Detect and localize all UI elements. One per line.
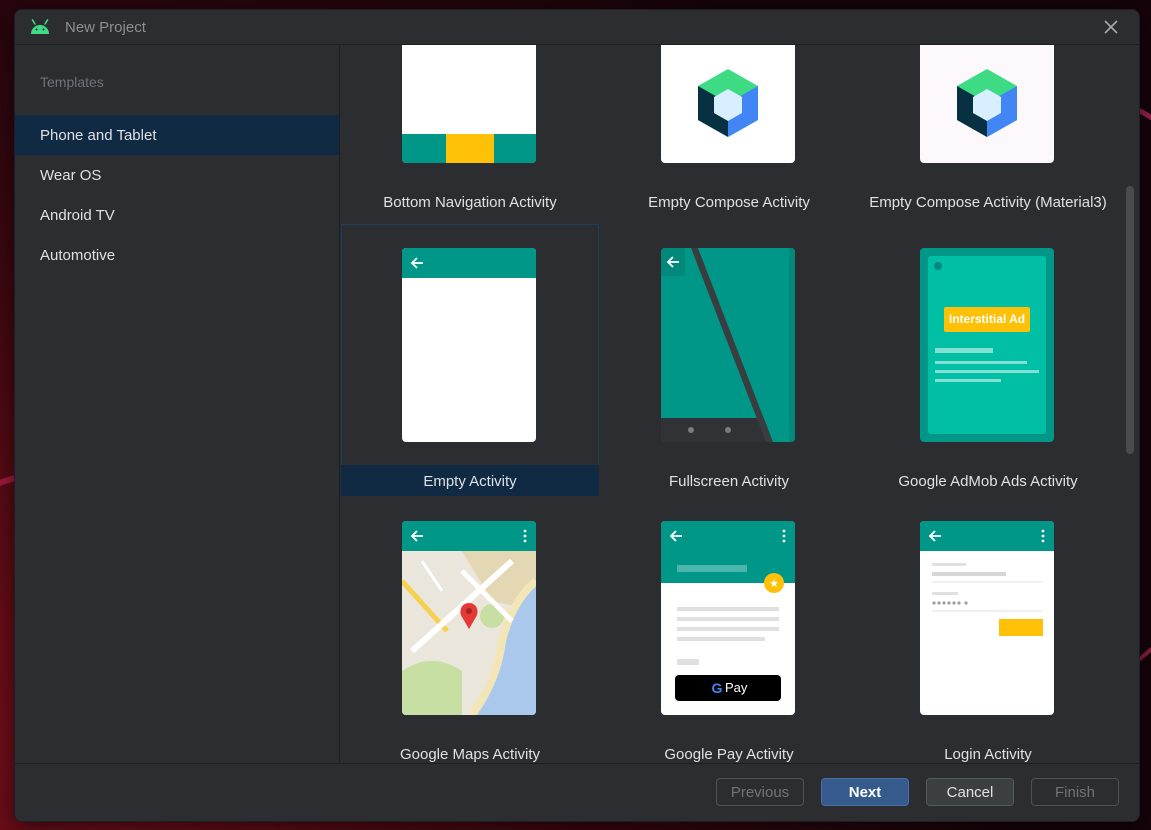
sidebar-item-label: Android TV [40, 207, 115, 224]
window-title: New Project [65, 19, 146, 36]
admob-illustration [928, 256, 1046, 434]
sidebar-item-automotive[interactable]: Automotive [15, 235, 339, 275]
template-label: Empty Compose Activity [648, 194, 810, 211]
empty-activity-illustration [402, 248, 536, 278]
template-label: Google Pay Activity [664, 746, 794, 763]
login-illustration [920, 521, 1054, 636]
admob-preview: Interstitial Ad [920, 248, 1054, 442]
dialog-footer: Previous Next Cancel Finish [15, 763, 1139, 821]
cancel-button[interactable]: Cancel [926, 778, 1014, 806]
previous-button[interactable]: Previous [716, 778, 804, 806]
jetpack-compose-logo-icon [957, 69, 1017, 137]
android-logo-icon [31, 19, 49, 34]
sidebar-item-label: Phone and Tablet [40, 127, 157, 144]
sidebar-item-android-tv[interactable]: Android TV [15, 195, 339, 235]
sidebar-item-label: Wear OS [40, 167, 102, 184]
template-label: Google Maps Activity [399, 746, 541, 763]
template-label: Bottom Navigation Activity [383, 194, 557, 211]
template-label: Empty Compose Activity (Material3) [869, 194, 1107, 211]
empty-activity-preview [402, 248, 536, 442]
template-label: Fullscreen Activity [668, 473, 790, 490]
maps-preview [402, 521, 536, 715]
sidebar-item-label: Automotive [40, 247, 116, 264]
svg-text:★: ★ [769, 578, 779, 590]
template-category-sidebar: Templates Phone and Tablet Wear OS Andro… [15, 45, 340, 763]
compose-preview [661, 45, 795, 163]
template-empty-compose-activity[interactable]: Empty Compose Activity [600, 45, 858, 217]
finish-button[interactable]: Finish [1031, 778, 1119, 806]
close-icon [1104, 20, 1118, 34]
gallery-scrollbar[interactable] [1126, 186, 1134, 454]
template-google-maps-activity[interactable]: Google Maps Activity [341, 497, 599, 763]
template-google-pay-activity[interactable]: ★ G Pay Google Pay Activity [600, 497, 858, 763]
maps-illustration [402, 521, 536, 715]
next-button[interactable]: Next [821, 778, 909, 806]
template-google-admob-ads-activity[interactable]: Interstitial Ad Google AdMob Ads Activit… [859, 224, 1117, 496]
sidebar-item-wear-os[interactable]: Wear OS [15, 155, 339, 195]
compose-material3-preview [920, 45, 1054, 163]
template-gallery: Bottom Navigation Activity Empty Compose… [340, 45, 1139, 763]
interstitial-ad-banner: Interstitial Ad [948, 312, 1026, 326]
template-label: Empty Activity [423, 473, 517, 490]
google-pay-button-text: Pay [725, 680, 748, 695]
new-project-dialog: New Project Templates Phone and Tablet W… [14, 9, 1140, 822]
bottom-navigation-illustration [402, 134, 536, 163]
fullscreen-illustration [661, 248, 795, 442]
svg-text:G: G [712, 680, 723, 696]
sidebar-header: Templates [40, 74, 104, 90]
fullscreen-preview [661, 248, 795, 442]
login-preview [920, 521, 1054, 715]
template-login-activity[interactable]: Login Activity [859, 497, 1117, 763]
bottom-navigation-preview [402, 45, 536, 163]
template-empty-compose-activity-material3[interactable]: Empty Compose Activity (Material3) [859, 45, 1117, 217]
template-bottom-navigation-activity[interactable]: Bottom Navigation Activity [341, 45, 599, 217]
jetpack-compose-logo-icon [698, 69, 758, 137]
template-label: Google AdMob Ads Activity [898, 473, 1078, 490]
google-pay-preview: ★ G Pay [661, 521, 795, 715]
template-empty-activity[interactable]: Empty Activity [341, 224, 599, 496]
template-label: Login Activity [944, 746, 1032, 763]
template-fullscreen-activity[interactable]: Fullscreen Activity [600, 224, 858, 496]
close-button[interactable] [1101, 17, 1121, 37]
title-bar: New Project [15, 10, 1139, 45]
sidebar-item-phone-and-tablet[interactable]: Phone and Tablet [15, 115, 339, 155]
